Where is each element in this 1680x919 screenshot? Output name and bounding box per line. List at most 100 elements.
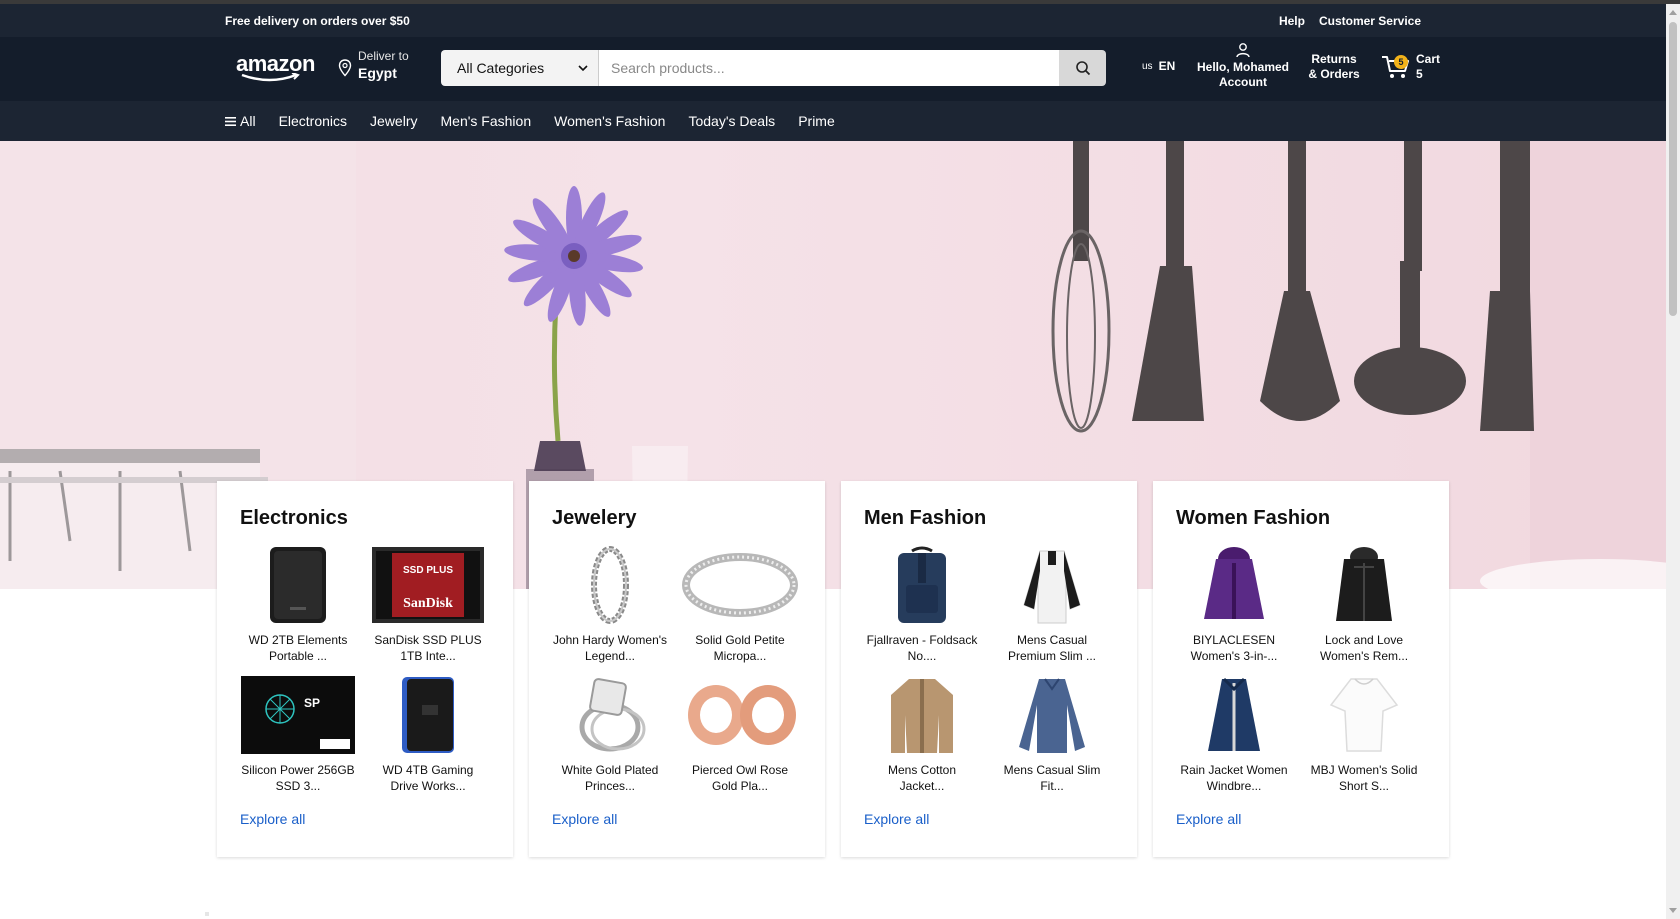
promo-text: Free delivery on orders over $50 [225, 14, 410, 28]
search-input[interactable] [599, 50, 1059, 86]
category-select[interactable]: All Categories [441, 50, 599, 86]
product-name: Mens Casual Slim Fit... [1003, 763, 1101, 793]
product-tile[interactable]: Mens Casual Slim Fit... [994, 674, 1110, 794]
product-name: Mens Cotton Jacket... [887, 763, 957, 793]
product-tile[interactable]: Lock and Love Women's Rem... [1306, 544, 1422, 664]
product-name: SanDisk SSD PLUS 1TB Inte... [374, 633, 482, 663]
cart-label: Cart [1416, 52, 1441, 66]
nav-mens-fashion[interactable]: Men's Fashion [441, 113, 532, 129]
nav-all[interactable]: All [225, 113, 256, 129]
category-cards: Electronics WD 2TB Elements Portable ...… [217, 481, 1449, 857]
product-tile[interactable]: WD 2TB Elements Portable ... [240, 544, 356, 664]
account-label: Account [1219, 75, 1267, 89]
product-tile[interactable]: SP Silicon Power 256GB SSD 3... [240, 674, 356, 794]
cart-button[interactable]: 5 Cart 5 [1380, 52, 1440, 82]
product-tile[interactable]: John Hardy Women's Legend... [552, 544, 668, 664]
search-bar: All Categories [441, 50, 1106, 86]
footer-edge [205, 912, 209, 916]
cart-badge: 5 [1394, 55, 1408, 69]
cotton-jacket-icon [864, 674, 980, 756]
product-tile[interactable]: Fjallraven - Foldsack No.... [864, 544, 980, 664]
card-title: Men Fashion [864, 507, 987, 529]
product-tile[interactable]: Mens Cotton Jacket... [864, 674, 980, 794]
product-name: John Hardy Women's Legend... [552, 633, 668, 663]
product-tile[interactable]: WD 4TB Gaming Drive Works... [370, 674, 486, 794]
product-name: Pierced Owl Rose Gold Pla... [691, 763, 789, 793]
scroll-up-arrow-icon[interactable] [1669, 10, 1677, 15]
product-name: Lock and Love Women's Rem... [1319, 633, 1409, 663]
card-product-grid: John Hardy Women's Legend... Solid Gold … [552, 544, 802, 794]
product-name: Rain Jacket Women Windbre... [1180, 763, 1288, 793]
customer-service-link[interactable]: Customer Service [1319, 14, 1421, 28]
product-tile[interactable]: Rain Jacket Women Windbre... [1176, 674, 1292, 794]
product-name: Silicon Power 256GB SSD 3... [241, 763, 355, 793]
page-scrollbar[interactable] [1666, 4, 1680, 919]
nav-todays-deals[interactable]: Today's Deals [688, 113, 775, 129]
explore-all-link[interactable]: Explore all [240, 811, 305, 827]
explore-all-link[interactable]: Explore all [864, 811, 929, 827]
scroll-down-arrow-icon[interactable] [1669, 908, 1677, 913]
product-tile[interactable]: MBJ Women's Solid Short S... [1306, 674, 1422, 794]
backpack-icon [864, 544, 980, 626]
card-title: Women Fashion [1176, 507, 1331, 529]
orders-label: & Orders [1308, 67, 1360, 81]
card-product-grid: WD 2TB Elements Portable ... SSD PLUS San… [240, 544, 490, 794]
product-tile[interactable]: BIYLACLESEN Women's 3-in-... [1176, 544, 1292, 664]
menu-icon [225, 116, 236, 126]
category-selected: All Categories [457, 60, 545, 76]
white-top-icon [1306, 674, 1422, 756]
category-card-men-fashion: Men Fashion Fjallraven - Foldsack No....… [841, 481, 1137, 857]
svg-text:SSD PLUS: SSD PLUS [403, 565, 453, 576]
returns-orders[interactable]: Returns & Orders [1305, 52, 1363, 82]
category-card-electronics: Electronics WD 2TB Elements Portable ...… [217, 481, 513, 857]
card-title: Electronics [240, 507, 348, 529]
rose-gold-tunnels-icon [682, 674, 798, 756]
product-tile[interactable]: Pierced Owl Rose Gold Pla... [682, 674, 798, 794]
nav-all-label: All [240, 113, 256, 129]
deliver-label: Deliver to [358, 49, 409, 63]
nav-electronics[interactable]: Electronics [279, 113, 347, 129]
product-name: Mens Casual Premium Slim ... [1007, 633, 1096, 663]
chain-bracelet-icon [552, 544, 668, 626]
explore-all-link[interactable]: Explore all [552, 811, 617, 827]
product-name: MBJ Women's Solid Short S... [1310, 763, 1418, 793]
leather-jacket-icon [1306, 544, 1422, 626]
product-tile[interactable]: SSD PLUS SanDisk SanDisk SSD PLUS 1TB Int… [370, 544, 486, 664]
nav-womens-fashion[interactable]: Women's Fashion [554, 113, 665, 129]
amazon-logo[interactable]: amazon [236, 51, 315, 82]
flag-icon: us [1142, 60, 1153, 72]
product-name: Fjallraven - Foldsack No.... [866, 633, 978, 663]
svg-text:SP: SP [304, 696, 320, 710]
promo-bar: Free delivery on orders over $50 Help Cu… [0, 4, 1666, 37]
language-selector[interactable]: us EN [1142, 59, 1175, 73]
chevron-down-icon [578, 64, 588, 71]
explore-all-link[interactable]: Explore all [1176, 811, 1241, 827]
category-card-jewelery: Jewelery John Hardy Women's Legend... So… [529, 481, 825, 857]
silver-ring-icon [682, 544, 798, 626]
location-pin-icon [338, 59, 352, 77]
cart-icon: 5 [1380, 53, 1410, 81]
product-tile[interactable]: White Gold Plated Princes... [552, 674, 668, 794]
account-menu[interactable]: Hello, Mohamed Account [1193, 42, 1293, 90]
language-code: EN [1158, 59, 1176, 73]
product-tile[interactable]: Solid Gold Petite Micropa... [682, 544, 798, 664]
nav-prime[interactable]: Prime [798, 113, 835, 129]
nav-jewelry[interactable]: Jewelry [370, 113, 417, 129]
help-link[interactable]: Help [1279, 14, 1305, 28]
raglan-tshirt-icon [994, 544, 1110, 626]
svg-text:SanDisk: SanDisk [403, 596, 453, 611]
user-icon [1236, 43, 1250, 58]
product-name: WD 4TB Gaming Drive Works... [382, 763, 474, 793]
product-tile[interactable]: Mens Casual Premium Slim ... [994, 544, 1110, 664]
category-nav: All Electronics Jewelry Men's Fashion Wo… [0, 101, 1666, 141]
search-icon [1075, 61, 1090, 76]
deliver-to[interactable]: Deliver to Egypt [338, 49, 409, 81]
diamond-ring-icon [552, 674, 668, 756]
scrollbar-thumb[interactable] [1669, 22, 1677, 316]
purple-jacket-icon [1176, 544, 1292, 626]
search-button[interactable] [1059, 50, 1106, 86]
product-name: WD 2TB Elements Portable ... [248, 633, 348, 663]
rain-coat-icon [1176, 674, 1292, 756]
card-product-grid: Fjallraven - Foldsack No.... Mens Casual… [864, 544, 1114, 794]
product-name: Solid Gold Petite Micropa... [695, 633, 785, 663]
